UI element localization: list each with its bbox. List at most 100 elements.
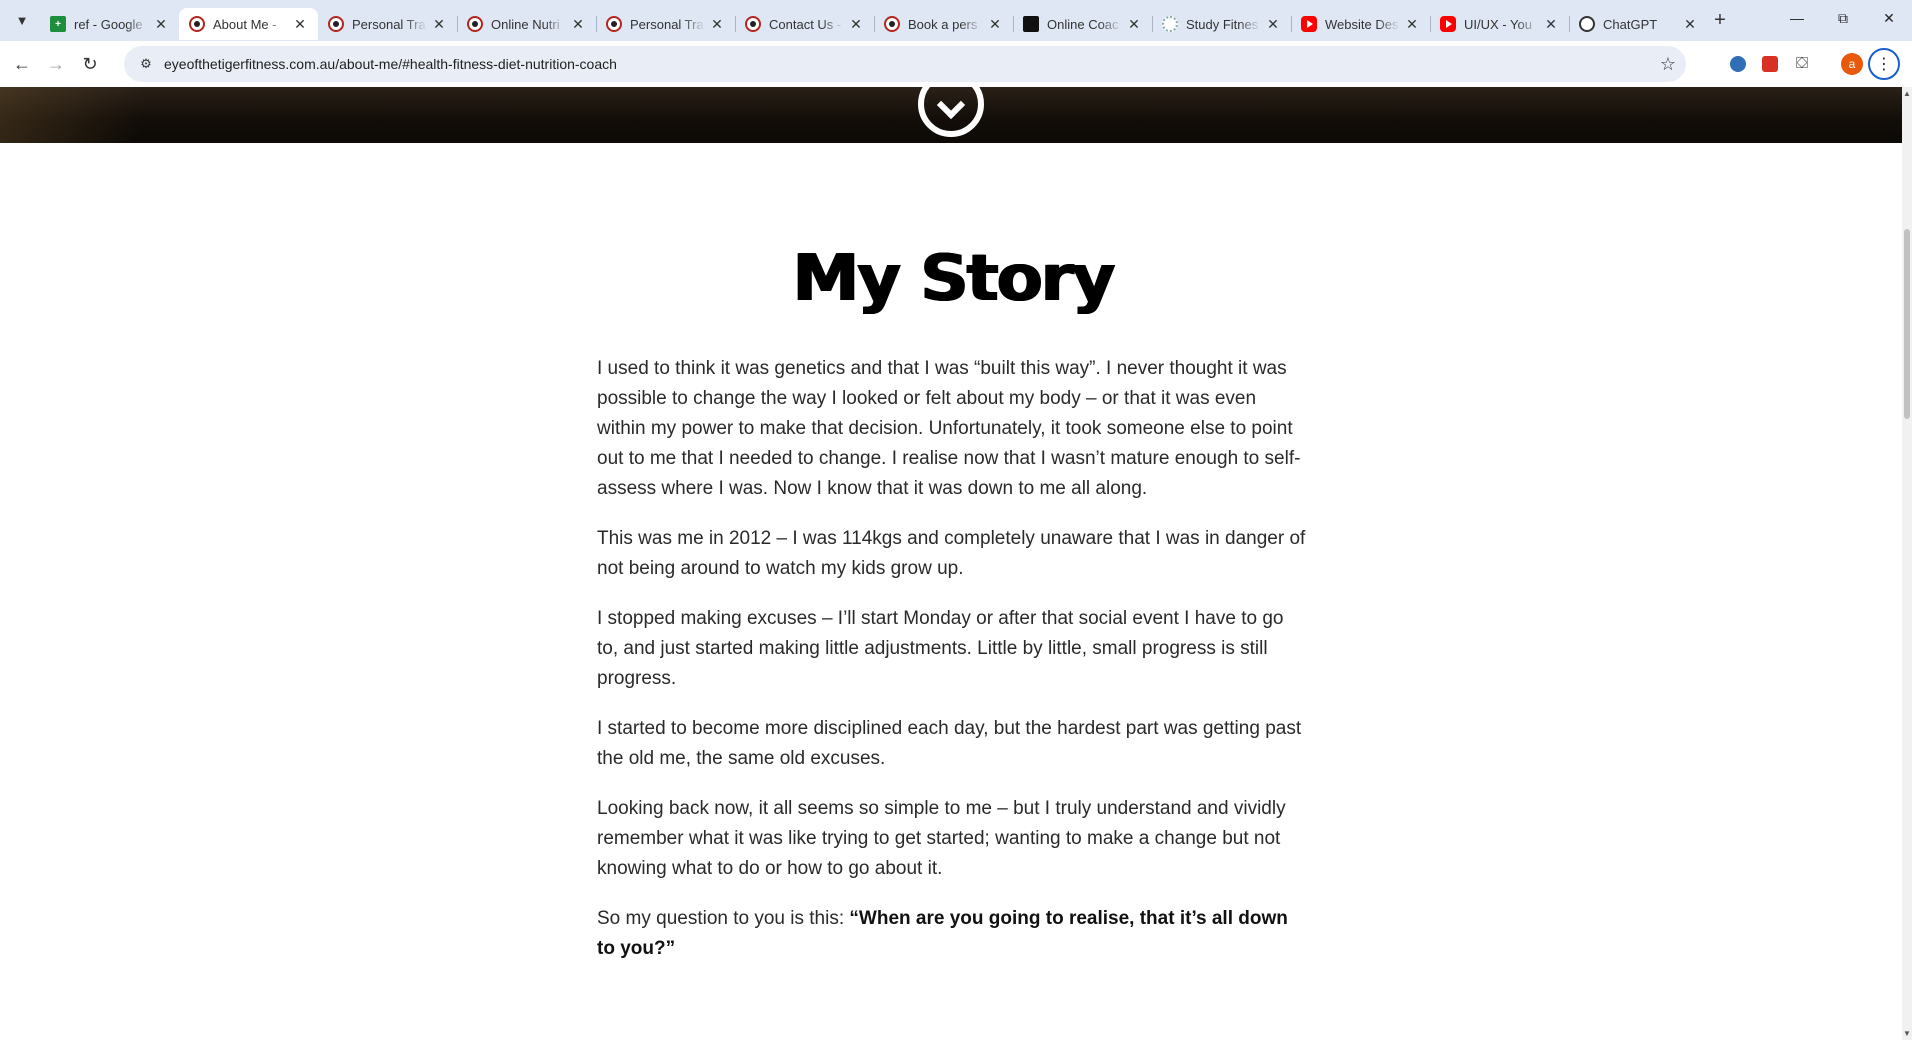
page-viewport: My Story I used to think it was genetics… <box>0 87 1902 1040</box>
kebab-menu-icon: ⋮ <box>1868 48 1900 80</box>
story-paragraph: I started to become more disciplined eac… <box>597 718 1302 769</box>
closing-lead: So my question to you is this: <box>597 908 850 929</box>
tab-title: Online Nutri <box>491 16 560 32</box>
url-text[interactable]: eyeofthetigerfitness.com.au/about-me/#he… <box>164 56 1650 72</box>
section-title: My Story <box>792 242 1116 316</box>
arrow-left-icon: ← <box>13 53 31 74</box>
tab-title: Book a pers <box>908 16 978 32</box>
close-icon[interactable]: ✕ <box>1682 16 1698 33</box>
close-icon[interactable]: ✕ <box>1265 16 1281 33</box>
close-icon[interactable]: ✕ <box>570 16 586 33</box>
scrollbar-thumb[interactable] <box>1904 229 1910 419</box>
minimize-button[interactable]: — <box>1774 0 1820 36</box>
avatar: a <box>1841 53 1863 75</box>
tiger-icon <box>189 16 205 32</box>
study-icon <box>1162 16 1178 32</box>
tiger-icon <box>884 16 900 32</box>
forward-button[interactable]: → <box>39 47 73 81</box>
close-window-button[interactable]: ✕ <box>1866 0 1912 36</box>
youtube-icon <box>1440 16 1456 32</box>
profile-button[interactable]: a <box>1836 48 1868 80</box>
youtube-icon <box>1301 16 1317 32</box>
minimize-icon: — <box>1790 10 1804 26</box>
page-scrollbar[interactable]: ▲ ▼ <box>1902 87 1912 1040</box>
tiger-icon <box>745 16 761 32</box>
close-icon[interactable]: ✕ <box>1404 16 1420 33</box>
tab-title: Personal Tra <box>630 16 704 32</box>
extensions-menu-button[interactable]: ⛋ <box>1786 48 1818 80</box>
extension-shield-icon <box>1762 56 1778 72</box>
tab-title: ref - Google <box>74 16 143 32</box>
site-info-icon[interactable]: ⚙ <box>128 56 164 72</box>
new-tab-button[interactable]: + <box>1706 9 1734 32</box>
close-icon: ✕ <box>1883 9 1895 26</box>
close-icon[interactable]: ✕ <box>848 16 864 33</box>
address-bar[interactable]: ⚙ eyeofthetigerfitness.com.au/about-me/#… <box>124 46 1686 82</box>
browser-toolbar: ← → ↻ ⚙ eyeofthetigerfitness.com.au/abou… <box>0 41 1912 87</box>
story-paragraph: I stopped making excuses – I’ll start Mo… <box>597 608 1284 689</box>
hero-banner <box>0 87 1902 143</box>
tab-strip: ▼ + ref - Google ✕ About Me - ✕ Personal… <box>0 0 1912 41</box>
my-story-section: My Story I used to think it was genetics… <box>597 242 1309 984</box>
chevron-down-icon <box>936 90 966 120</box>
tab-online-coaching[interactable]: Online Coac ✕ <box>1013 8 1152 40</box>
story-paragraph: I used to think it was genetics and that… <box>597 358 1301 499</box>
close-icon[interactable]: ✕ <box>153 16 169 33</box>
tab-title: Personal Tra <box>352 16 426 32</box>
extension-button[interactable] <box>1754 48 1786 80</box>
tab-ref-google[interactable]: + ref - Google ✕ <box>40 8 179 40</box>
extensions-area: ⛋ a ⋮ <box>1722 46 1900 82</box>
chevron-down-icon: ▼ <box>15 12 29 28</box>
tab-contact-us[interactable]: Contact Us - ✕ <box>735 8 874 40</box>
sheets-icon: + <box>50 16 66 32</box>
tab-ui-ux-youtube[interactable]: UI/UX - You ✕ <box>1430 8 1569 40</box>
tab-title: UI/UX - You <box>1464 16 1532 32</box>
tab-book-a-session[interactable]: Book a pers ✕ <box>874 8 1013 40</box>
restore-button[interactable]: ⧉ <box>1820 0 1866 36</box>
story-paragraph: Looking back now, it all seems so simple… <box>597 798 1286 879</box>
tab-study-fitness[interactable]: Study Fitnes ✕ <box>1152 8 1291 40</box>
close-icon[interactable]: ✕ <box>987 16 1003 33</box>
arrow-right-icon: → <box>47 53 65 74</box>
tiger-icon <box>467 16 483 32</box>
extension-button[interactable] <box>1722 48 1754 80</box>
reload-icon: ↻ <box>82 53 98 74</box>
close-icon[interactable]: ✕ <box>431 16 447 33</box>
window-controls: — ⧉ ✕ <box>1774 0 1912 36</box>
back-button[interactable]: ← <box>5 47 39 81</box>
tab-title: ChatGPT <box>1603 16 1658 32</box>
tab-chatgpt[interactable]: ChatGPT ✕ <box>1569 8 1708 40</box>
tab-search-button[interactable]: ▼ <box>8 7 36 33</box>
tab-title: Contact Us - <box>769 16 842 32</box>
toolbar-divider <box>1818 48 1836 80</box>
puzzle-icon: ⛋ <box>1795 55 1809 72</box>
scroll-down-button[interactable] <box>918 87 984 137</box>
close-icon[interactable]: ✕ <box>1543 16 1559 33</box>
close-icon[interactable]: ✕ <box>709 16 725 33</box>
tab-website-design[interactable]: Website Des ✕ <box>1291 8 1430 40</box>
tab-title: Online Coac <box>1047 16 1119 32</box>
plus-icon: + <box>1714 9 1726 31</box>
tab-about-me[interactable]: About Me - ✕ <box>179 8 318 40</box>
reload-button[interactable]: ↻ <box>73 47 107 81</box>
tiger-icon <box>606 16 622 32</box>
close-icon[interactable]: ✕ <box>1126 16 1142 33</box>
restore-icon: ⧉ <box>1838 9 1848 26</box>
tiger-icon <box>328 16 344 32</box>
coach-icon <box>1023 16 1039 32</box>
close-icon[interactable]: ✕ <box>292 16 308 33</box>
tab-personal-training[interactable]: Personal Tra ✕ <box>318 8 457 40</box>
tab-personal-training-2[interactable]: Personal Tra ✕ <box>596 8 735 40</box>
bookmark-star-icon[interactable]: ☆ <box>1650 54 1686 75</box>
tab-title: About Me - <box>213 16 277 32</box>
scroll-up-arrow-icon[interactable]: ▲ <box>1903 89 1911 98</box>
hero-background-image <box>0 87 140 143</box>
scroll-down-arrow-icon[interactable]: ▼ <box>1903 1029 1911 1038</box>
story-paragraph: This was me in 2012 – I was 114kgs and c… <box>597 528 1306 579</box>
chatgpt-icon <box>1579 16 1595 32</box>
closing-paragraph: So my question to you is this: “When are… <box>597 904 1309 964</box>
chrome-menu-button[interactable]: ⋮ <box>1868 48 1900 80</box>
extension-globe-icon <box>1730 56 1746 72</box>
tab-online-nutrition[interactable]: Online Nutri ✕ <box>457 8 596 40</box>
tab-list: + ref - Google ✕ About Me - ✕ Personal T… <box>40 5 1708 41</box>
